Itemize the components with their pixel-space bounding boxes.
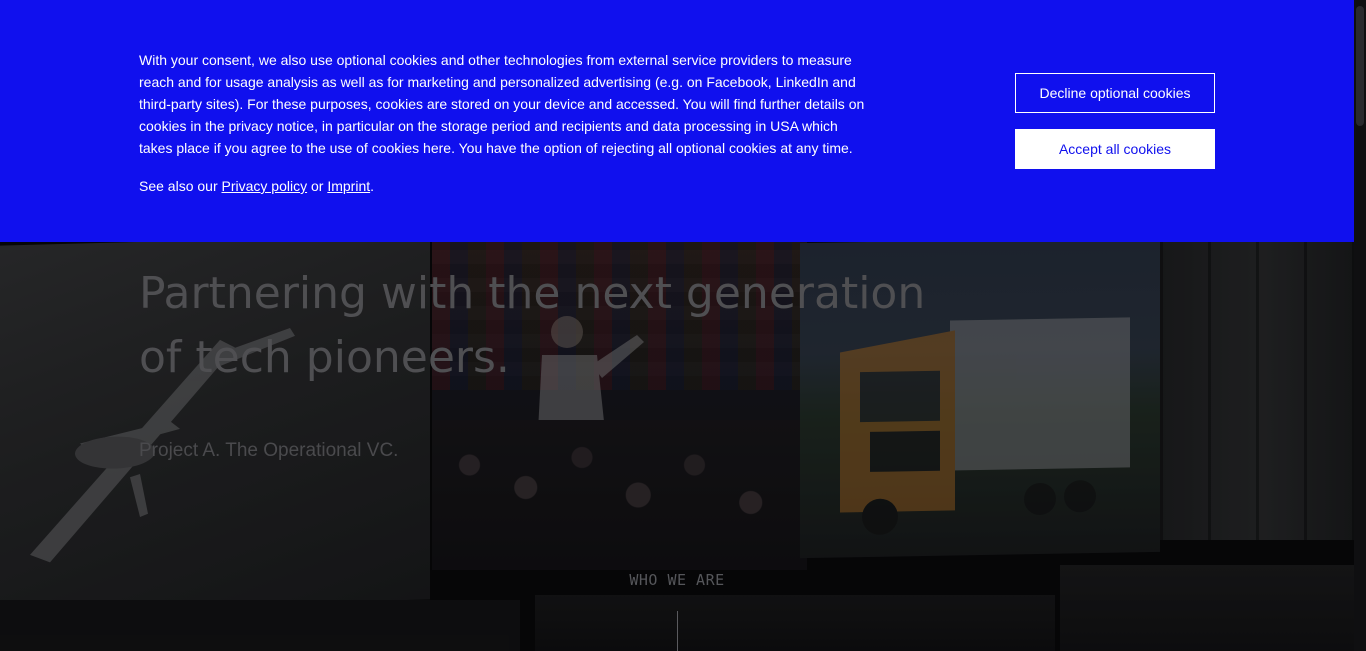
hero-title: Partnering with the next generation of t… — [139, 268, 926, 383]
cookie-consent-text: With your consent, we also use optional … — [139, 52, 865, 156]
see-also-text: See also our — [139, 178, 218, 194]
imprint-link[interactable]: Imprint — [327, 178, 370, 194]
scrollbar-thumb[interactable] — [1356, 6, 1364, 126]
cookie-links: See also our Privacy policy or Imprint. — [139, 175, 374, 197]
who-we-are-label: WHO WE ARE — [629, 571, 725, 589]
accept-all-cookies-button[interactable]: Accept all cookies — [1015, 129, 1215, 169]
or-text: or — [310, 178, 324, 194]
page-scrollbar[interactable] — [1354, 0, 1366, 651]
section-divider — [677, 611, 678, 651]
period-text: . — [370, 178, 375, 194]
hero-subtitle: Project A. The Operational VC. — [139, 440, 399, 461]
cookie-consent-banner: With your consent, we also use optional … — [0, 0, 1354, 242]
page: Partnering with the next generation of t… — [0, 0, 1366, 651]
privacy-policy-link[interactable]: Privacy policy — [222, 178, 308, 194]
decline-optional-cookies-button[interactable]: Decline optional cookies — [1015, 73, 1215, 113]
